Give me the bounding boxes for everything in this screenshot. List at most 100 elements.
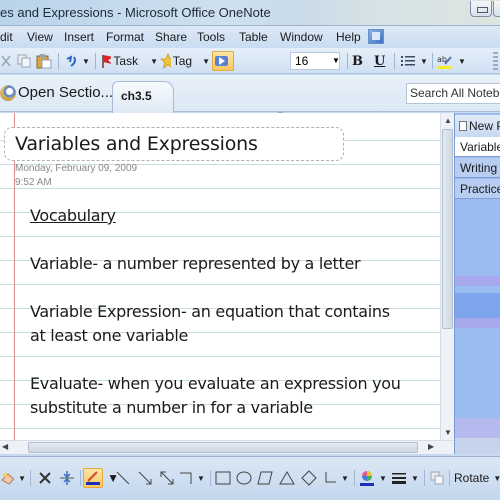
axis-button[interactable]: ▼ (178, 468, 206, 488)
section-tab-label: ch3.5 (121, 89, 152, 103)
task-button[interactable]: Task ▼ (100, 51, 158, 71)
menu-insert[interactable]: Insert (64, 30, 94, 44)
help-window-icon[interactable] (368, 29, 384, 44)
menu-edit[interactable]: dit (0, 30, 13, 44)
toolbar-grip[interactable] (493, 52, 498, 70)
insert-space-button[interactable] (58, 468, 76, 488)
line-weight-button[interactable]: ▼ (390, 468, 420, 488)
outlook-icon (215, 56, 228, 66)
page-tab-variables[interactable]: Variables and Expressions (455, 137, 500, 157)
note-line[interactable]: Variable- a number represented by a lett… (30, 252, 361, 276)
tag-dropdown-icon[interactable]: ▼ (202, 57, 210, 66)
undo-button[interactable]: ▼ (64, 51, 92, 71)
maximize-button[interactable] (493, 1, 500, 17)
color-dropdown-icon[interactable]: ▼ (379, 474, 387, 483)
arrange-button[interactable] (428, 468, 446, 488)
horizontal-scroll-thumb[interactable] (28, 442, 418, 453)
rotate-dropdown-icon[interactable]: ▼ (493, 474, 500, 483)
outlook-button[interactable] (212, 51, 234, 71)
copy-button[interactable] (16, 51, 34, 71)
page-tabs-panel: New Page Variables and Expressions Writi… (454, 113, 500, 454)
copy-icon (17, 54, 31, 68)
line-weight-icon (392, 473, 407, 484)
pen-icon (86, 471, 100, 485)
highlight-button[interactable]: ab ▼ (436, 51, 466, 71)
vertical-scroll-thumb[interactable] (442, 129, 453, 329)
page-title[interactable]: Variables and Expressions (15, 133, 258, 155)
page-title-container[interactable]: Variables and Expressions (4, 127, 344, 161)
section-tab-row: Open Sectio... ch3.5 Search All Notebook… (0, 75, 500, 113)
note-line[interactable]: Evaluate- when you evaluate an expressio… (30, 372, 401, 396)
section-tab-ch3-5[interactable]: ch3.5 (112, 81, 174, 113)
menu-share[interactable]: Share (155, 30, 187, 44)
rectangle-icon (215, 471, 231, 485)
toolbar-separator (95, 53, 96, 69)
menu-view[interactable]: View (27, 30, 53, 44)
color-button[interactable]: ▼ (358, 468, 388, 488)
menu-help[interactable]: Help (336, 30, 361, 44)
x-icon (39, 472, 51, 484)
bold-button[interactable]: B (352, 51, 370, 71)
line-weight-dropdown-icon[interactable]: ▼ (411, 474, 419, 483)
menu-tools[interactable]: Tools (197, 30, 225, 44)
line-button[interactable] (114, 468, 132, 488)
undo-icon (66, 55, 76, 67)
eraser-icon (1, 473, 15, 485)
graph-dropdown-icon[interactable]: ▼ (341, 474, 349, 483)
axis-icon (180, 472, 192, 484)
highlight-dropdown-icon[interactable]: ▼ (458, 57, 466, 66)
page-tabs-band (455, 438, 500, 454)
search-notebooks-input[interactable]: Search All Notebooks (406, 83, 500, 104)
scroll-right-arrow[interactable]: ▶ (428, 442, 434, 451)
rectangle-button[interactable] (214, 468, 232, 488)
undo-dropdown-icon[interactable]: ▼ (82, 57, 90, 66)
tag-button[interactable]: Tag ▼ (160, 51, 210, 71)
paste-button[interactable] (36, 51, 54, 71)
note-page[interactable]: Variables and Expressions Monday, Februa… (0, 113, 440, 440)
ellipse-button[interactable] (235, 468, 253, 488)
axis-dropdown-icon[interactable]: ▼ (197, 474, 205, 483)
note-heading-vocabulary[interactable]: Vocabulary (30, 204, 116, 228)
eraser-button[interactable]: ▼ (0, 468, 26, 488)
font-size-dropdown-icon[interactable]: ▼ (332, 56, 340, 65)
triangle-button[interactable] (278, 468, 296, 488)
page-tab-practice[interactable]: Practice (455, 179, 500, 199)
page-tabs-band (455, 276, 500, 286)
bullets-dropdown-icon[interactable]: ▼ (420, 57, 428, 66)
menu-table[interactable]: Table (239, 30, 268, 44)
menu-window[interactable]: Window (280, 30, 323, 44)
triangle-icon (279, 471, 295, 485)
task-dropdown-icon[interactable]: ▼ (150, 57, 158, 66)
vertical-scrollbar[interactable]: ▲ ▼ (440, 113, 454, 440)
menu-bar: dit View Insert Format Share Tools Table… (0, 26, 500, 48)
scissors-icon (1, 55, 11, 67)
graph-button[interactable]: ▼ (322, 468, 350, 488)
open-sections-button[interactable]: Open Sectio... (0, 84, 113, 101)
arrow-icon (138, 471, 152, 485)
scroll-left-arrow[interactable]: ◀ (2, 442, 8, 451)
pen-button[interactable] (83, 468, 103, 488)
horizontal-scrollbar[interactable]: ◀ ▶ (0, 440, 454, 454)
scroll-down-arrow[interactable]: ▼ (444, 428, 452, 437)
scroll-up-arrow[interactable]: ▲ (444, 116, 452, 125)
underline-button[interactable]: U (374, 51, 390, 71)
note-line[interactable]: Variable Expression- an equation that co… (30, 300, 390, 324)
bullets-button[interactable]: ▼ (400, 51, 428, 71)
star-icon (160, 53, 171, 69)
rotate-button[interactable]: Rotate ▼ (454, 468, 500, 488)
new-page-button[interactable]: New Page (455, 115, 500, 137)
bullet-list-icon (401, 56, 415, 66)
minimize-button[interactable] (470, 1, 492, 17)
double-arrow-button[interactable] (158, 468, 176, 488)
note-line[interactable]: at least one variable (30, 324, 188, 348)
arrow-button[interactable] (136, 468, 154, 488)
note-line[interactable]: substitute a number in for a variable (30, 396, 313, 420)
toolbar-separator (80, 470, 81, 486)
eraser-dropdown-icon[interactable]: ▼ (18, 474, 26, 483)
menu-format[interactable]: Format (106, 30, 144, 44)
diamond-button[interactable] (300, 468, 318, 488)
parallelogram-button[interactable] (256, 468, 274, 488)
cut-button[interactable] (0, 51, 14, 71)
delete-button[interactable] (36, 468, 54, 488)
page-tab-writing[interactable]: Writing (455, 158, 500, 178)
